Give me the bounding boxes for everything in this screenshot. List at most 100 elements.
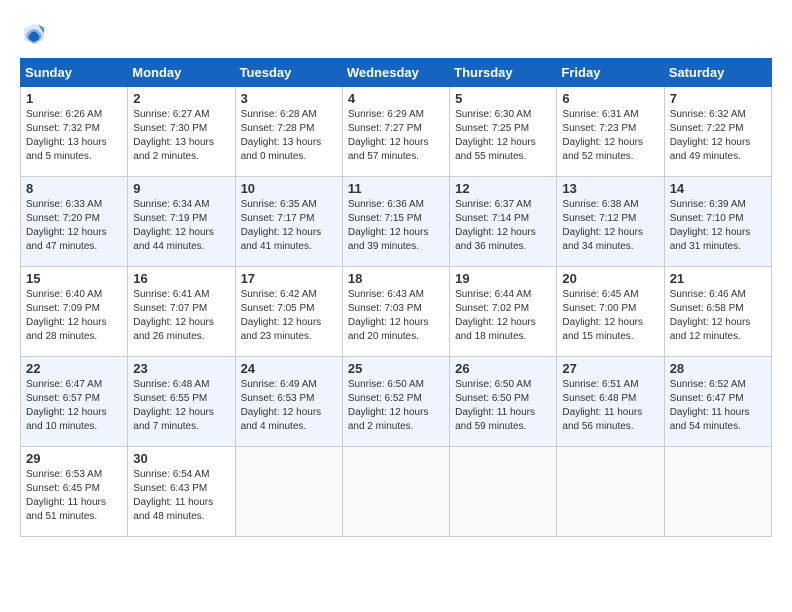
calendar-cell: 22 Sunrise: 6:47 AM Sunset: 6:57 PM Dayl… xyxy=(21,357,128,447)
day-info: Sunrise: 6:41 AM Sunset: 7:07 PM Dayligh… xyxy=(133,288,229,344)
day-info: Sunrise: 6:45 AM Sunset: 7:00 PM Dayligh… xyxy=(562,288,658,344)
day-info: Sunrise: 6:36 AM Sunset: 7:15 PM Dayligh… xyxy=(348,198,444,254)
day-info: Sunrise: 6:39 AM Sunset: 7:10 PM Dayligh… xyxy=(670,198,766,254)
calendar-cell xyxy=(235,447,342,537)
day-number: 27 xyxy=(562,361,658,376)
calendar-cell: 5 Sunrise: 6:30 AM Sunset: 7:25 PM Dayli… xyxy=(450,87,557,177)
day-info: Sunrise: 6:50 AM Sunset: 6:50 PM Dayligh… xyxy=(455,378,551,434)
day-number: 5 xyxy=(455,91,551,106)
day-number: 19 xyxy=(455,271,551,286)
day-number: 29 xyxy=(26,451,122,466)
calendar-cell xyxy=(557,447,664,537)
calendar-cell: 20 Sunrise: 6:45 AM Sunset: 7:00 PM Dayl… xyxy=(557,267,664,357)
day-number: 9 xyxy=(133,181,229,196)
calendar-cell xyxy=(342,447,449,537)
calendar-cell: 3 Sunrise: 6:28 AM Sunset: 7:28 PM Dayli… xyxy=(235,87,342,177)
day-header-wednesday: Wednesday xyxy=(342,59,449,87)
day-header-sunday: Sunday xyxy=(21,59,128,87)
day-number: 8 xyxy=(26,181,122,196)
day-number: 7 xyxy=(670,91,766,106)
logo-icon xyxy=(20,20,48,48)
calendar-cell: 6 Sunrise: 6:31 AM Sunset: 7:23 PM Dayli… xyxy=(557,87,664,177)
day-number: 14 xyxy=(670,181,766,196)
calendar-cell: 27 Sunrise: 6:51 AM Sunset: 6:48 PM Dayl… xyxy=(557,357,664,447)
calendar-cell: 2 Sunrise: 6:27 AM Sunset: 7:30 PM Dayli… xyxy=(128,87,235,177)
calendar-cell: 19 Sunrise: 6:44 AM Sunset: 7:02 PM Dayl… xyxy=(450,267,557,357)
page-header xyxy=(20,20,772,48)
calendar-cell: 18 Sunrise: 6:43 AM Sunset: 7:03 PM Dayl… xyxy=(342,267,449,357)
day-info: Sunrise: 6:40 AM Sunset: 7:09 PM Dayligh… xyxy=(26,288,122,344)
day-number: 2 xyxy=(133,91,229,106)
calendar-cell: 10 Sunrise: 6:35 AM Sunset: 7:17 PM Dayl… xyxy=(235,177,342,267)
day-number: 17 xyxy=(241,271,337,286)
day-number: 23 xyxy=(133,361,229,376)
day-header-tuesday: Tuesday xyxy=(235,59,342,87)
day-number: 3 xyxy=(241,91,337,106)
calendar-cell xyxy=(450,447,557,537)
calendar-cell: 13 Sunrise: 6:38 AM Sunset: 7:12 PM Dayl… xyxy=(557,177,664,267)
day-number: 16 xyxy=(133,271,229,286)
day-header-saturday: Saturday xyxy=(664,59,771,87)
day-info: Sunrise: 6:50 AM Sunset: 6:52 PM Dayligh… xyxy=(348,378,444,434)
day-info: Sunrise: 6:52 AM Sunset: 6:47 PM Dayligh… xyxy=(670,378,766,434)
calendar-cell: 29 Sunrise: 6:53 AM Sunset: 6:45 PM Dayl… xyxy=(21,447,128,537)
day-info: Sunrise: 6:32 AM Sunset: 7:22 PM Dayligh… xyxy=(670,108,766,164)
day-number: 24 xyxy=(241,361,337,376)
day-info: Sunrise: 6:54 AM Sunset: 6:43 PM Dayligh… xyxy=(133,468,229,524)
calendar-cell: 25 Sunrise: 6:50 AM Sunset: 6:52 PM Dayl… xyxy=(342,357,449,447)
day-info: Sunrise: 6:49 AM Sunset: 6:53 PM Dayligh… xyxy=(241,378,337,434)
day-info: Sunrise: 6:28 AM Sunset: 7:28 PM Dayligh… xyxy=(241,108,337,164)
day-number: 26 xyxy=(455,361,551,376)
day-number: 20 xyxy=(562,271,658,286)
day-number: 28 xyxy=(670,361,766,376)
day-number: 12 xyxy=(455,181,551,196)
day-info: Sunrise: 6:48 AM Sunset: 6:55 PM Dayligh… xyxy=(133,378,229,434)
day-number: 18 xyxy=(348,271,444,286)
day-number: 11 xyxy=(348,181,444,196)
day-header-thursday: Thursday xyxy=(450,59,557,87)
calendar-cell: 15 Sunrise: 6:40 AM Sunset: 7:09 PM Dayl… xyxy=(21,267,128,357)
calendar-cell: 8 Sunrise: 6:33 AM Sunset: 7:20 PM Dayli… xyxy=(21,177,128,267)
calendar-cell xyxy=(664,447,771,537)
day-info: Sunrise: 6:30 AM Sunset: 7:25 PM Dayligh… xyxy=(455,108,551,164)
calendar-cell: 24 Sunrise: 6:49 AM Sunset: 6:53 PM Dayl… xyxy=(235,357,342,447)
day-number: 21 xyxy=(670,271,766,286)
day-info: Sunrise: 6:29 AM Sunset: 7:27 PM Dayligh… xyxy=(348,108,444,164)
day-info: Sunrise: 6:47 AM Sunset: 6:57 PM Dayligh… xyxy=(26,378,122,434)
logo xyxy=(20,20,52,48)
day-number: 4 xyxy=(348,91,444,106)
day-number: 15 xyxy=(26,271,122,286)
calendar-cell: 11 Sunrise: 6:36 AM Sunset: 7:15 PM Dayl… xyxy=(342,177,449,267)
day-info: Sunrise: 6:51 AM Sunset: 6:48 PM Dayligh… xyxy=(562,378,658,434)
calendar-cell: 1 Sunrise: 6:26 AM Sunset: 7:32 PM Dayli… xyxy=(21,87,128,177)
day-header-friday: Friday xyxy=(557,59,664,87)
calendar-cell: 14 Sunrise: 6:39 AM Sunset: 7:10 PM Dayl… xyxy=(664,177,771,267)
calendar-header-row: SundayMondayTuesdayWednesdayThursdayFrid… xyxy=(21,59,772,87)
day-info: Sunrise: 6:37 AM Sunset: 7:14 PM Dayligh… xyxy=(455,198,551,254)
calendar-week-row: 22 Sunrise: 6:47 AM Sunset: 6:57 PM Dayl… xyxy=(21,357,772,447)
day-info: Sunrise: 6:53 AM Sunset: 6:45 PM Dayligh… xyxy=(26,468,122,524)
day-info: Sunrise: 6:31 AM Sunset: 7:23 PM Dayligh… xyxy=(562,108,658,164)
calendar-week-row: 1 Sunrise: 6:26 AM Sunset: 7:32 PM Dayli… xyxy=(21,87,772,177)
day-info: Sunrise: 6:35 AM Sunset: 7:17 PM Dayligh… xyxy=(241,198,337,254)
day-number: 22 xyxy=(26,361,122,376)
day-info: Sunrise: 6:34 AM Sunset: 7:19 PM Dayligh… xyxy=(133,198,229,254)
calendar-cell: 26 Sunrise: 6:50 AM Sunset: 6:50 PM Dayl… xyxy=(450,357,557,447)
day-number: 6 xyxy=(562,91,658,106)
calendar-table: SundayMondayTuesdayWednesdayThursdayFrid… xyxy=(20,58,772,537)
day-info: Sunrise: 6:42 AM Sunset: 7:05 PM Dayligh… xyxy=(241,288,337,344)
calendar-week-row: 29 Sunrise: 6:53 AM Sunset: 6:45 PM Dayl… xyxy=(21,447,772,537)
day-info: Sunrise: 6:33 AM Sunset: 7:20 PM Dayligh… xyxy=(26,198,122,254)
calendar-cell: 30 Sunrise: 6:54 AM Sunset: 6:43 PM Dayl… xyxy=(128,447,235,537)
day-info: Sunrise: 6:43 AM Sunset: 7:03 PM Dayligh… xyxy=(348,288,444,344)
calendar-week-row: 15 Sunrise: 6:40 AM Sunset: 7:09 PM Dayl… xyxy=(21,267,772,357)
day-info: Sunrise: 6:27 AM Sunset: 7:30 PM Dayligh… xyxy=(133,108,229,164)
calendar-cell: 9 Sunrise: 6:34 AM Sunset: 7:19 PM Dayli… xyxy=(128,177,235,267)
day-info: Sunrise: 6:38 AM Sunset: 7:12 PM Dayligh… xyxy=(562,198,658,254)
calendar-week-row: 8 Sunrise: 6:33 AM Sunset: 7:20 PM Dayli… xyxy=(21,177,772,267)
day-header-monday: Monday xyxy=(128,59,235,87)
day-info: Sunrise: 6:46 AM Sunset: 6:58 PM Dayligh… xyxy=(670,288,766,344)
calendar-cell: 7 Sunrise: 6:32 AM Sunset: 7:22 PM Dayli… xyxy=(664,87,771,177)
day-number: 30 xyxy=(133,451,229,466)
calendar-cell: 28 Sunrise: 6:52 AM Sunset: 6:47 PM Dayl… xyxy=(664,357,771,447)
